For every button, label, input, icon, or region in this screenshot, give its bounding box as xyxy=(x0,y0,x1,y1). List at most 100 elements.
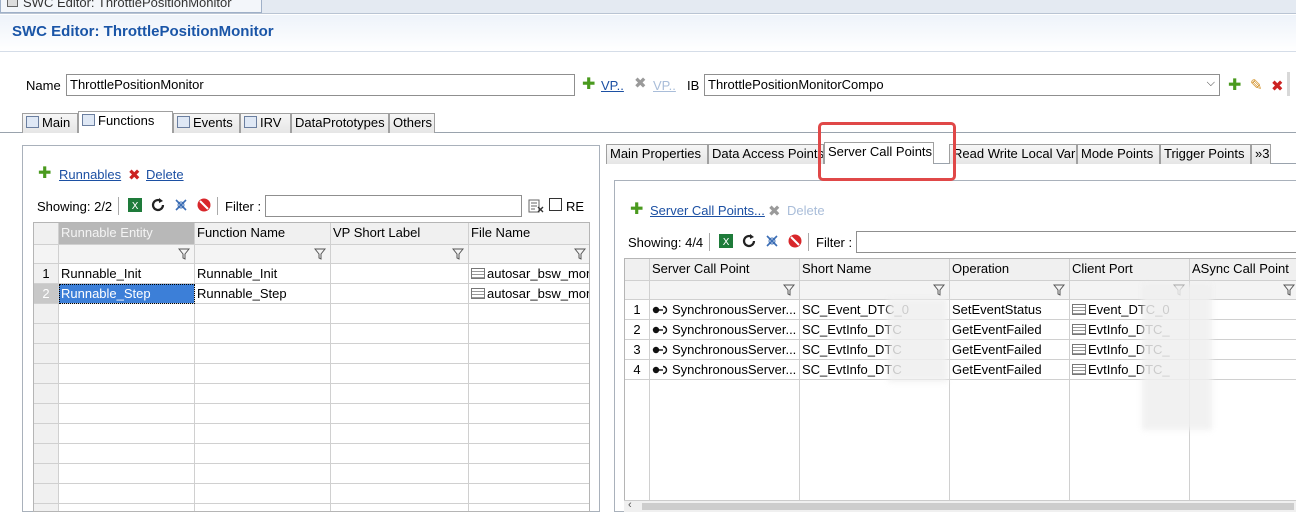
add-server-call-point-icon[interactable]: ✚ xyxy=(630,202,643,218)
table-cell[interactable]: autosar_bsw_monito xyxy=(469,284,589,304)
add-runnable-icon[interactable]: ✚ xyxy=(38,166,51,182)
column-header[interactable]: Server Call Point xyxy=(650,259,800,281)
filter-funnel-icon[interactable] xyxy=(932,283,946,296)
tab-events[interactable]: Events xyxy=(173,113,240,133)
vp-link[interactable]: VP.. xyxy=(601,78,624,93)
tab-mode-points[interactable]: Mode Points xyxy=(1077,144,1160,164)
row-number xyxy=(34,364,59,384)
tab-trigger-points[interactable]: Trigger Points xyxy=(1160,144,1251,164)
filter-funnel-icon[interactable] xyxy=(573,247,587,260)
edit-ib-icon[interactable]: ✎ xyxy=(1250,76,1263,94)
delete-server-call-point-icon[interactable]: ✖ xyxy=(768,204,781,220)
redacted-area xyxy=(888,298,948,382)
tab-main-properties[interactable]: Main Properties xyxy=(606,144,708,164)
tab-irv[interactable]: IRV xyxy=(240,113,291,133)
table-cell[interactable] xyxy=(331,284,469,304)
delete-ib-icon[interactable]: ✖ xyxy=(1271,79,1284,95)
filter-clear-icon[interactable] xyxy=(173,197,189,213)
filter-row-cell xyxy=(34,245,59,264)
re-checkbox[interactable] xyxy=(549,198,562,211)
excel-export-icon[interactable]: X xyxy=(127,197,143,213)
empty-cell xyxy=(59,404,195,424)
table-cell[interactable]: SynchronousServer... xyxy=(650,300,800,320)
filter-funnel-icon[interactable] xyxy=(1052,283,1066,296)
table-cell[interactable]: autosar_bsw_monito xyxy=(469,264,589,284)
column-header[interactable]: ASync Call Point xyxy=(1190,259,1296,281)
table-cell[interactable]: GetEventFailed xyxy=(950,340,1070,360)
left-filter-input[interactable] xyxy=(265,195,522,217)
table-cell[interactable]: SetEventStatus xyxy=(950,300,1070,320)
name-input[interactable]: ThrottlePositionMonitor xyxy=(66,74,575,96)
table-cell[interactable]: Runnable_Init xyxy=(59,264,195,284)
stop-filter-icon[interactable] xyxy=(196,197,212,213)
server-call-points-link[interactable]: Server Call Points... xyxy=(650,203,765,218)
tab-label: Trigger Points xyxy=(1164,146,1245,161)
excel-export-icon[interactable]: X xyxy=(718,233,734,249)
delete-runnable-link[interactable]: Delete xyxy=(146,167,184,182)
right-showing-count: Showing: 4/4 xyxy=(628,235,704,250)
toolbar-separator xyxy=(709,233,710,251)
filter-funnel-icon[interactable] xyxy=(451,247,465,260)
column-header[interactable]: Function Name xyxy=(195,223,331,245)
table-cell[interactable]: SynchronousServer... xyxy=(650,340,800,360)
empty-cell xyxy=(469,464,589,484)
tab-label: Functions xyxy=(98,113,155,128)
filter-funnel-icon[interactable] xyxy=(177,247,191,260)
filter-options-icon[interactable] xyxy=(528,198,544,214)
scrollbar-thumb[interactable] xyxy=(642,503,1294,510)
empty-cell xyxy=(195,464,331,484)
delete-runnable-icon[interactable]: ✖ xyxy=(128,168,141,184)
stop-filter-icon[interactable] xyxy=(787,233,803,249)
filter-funnel-icon[interactable] xyxy=(1282,283,1296,296)
remove-vp-icon[interactable]: ✖ xyxy=(634,76,647,92)
ib-select[interactable]: ThrottlePositionMonitorCompo ⌵ xyxy=(704,74,1220,96)
tab--3[interactable]: »3 xyxy=(1251,144,1271,164)
column-filter[interactable] xyxy=(59,245,195,264)
empty-cell xyxy=(331,404,469,424)
refresh-icon[interactable] xyxy=(741,233,757,249)
column-filter[interactable] xyxy=(195,245,331,264)
column-header[interactable]: Client Port xyxy=(1070,259,1190,281)
table-cell[interactable]: Runnable_Step xyxy=(195,284,331,304)
column-header[interactable]: VP Short Label xyxy=(331,223,469,245)
tab-data-access-points[interactable]: Data Access Points xyxy=(708,144,824,164)
filter-funnel-icon[interactable] xyxy=(782,283,796,296)
table-cell[interactable]: Runnable_Step xyxy=(59,284,195,304)
cell-text: SynchronousServer... xyxy=(672,362,797,377)
table-cell[interactable] xyxy=(331,264,469,284)
redacted-area xyxy=(1142,284,1212,430)
editor-tab[interactable]: SWC Editor: ThrottlePositionMonitor xyxy=(0,0,262,13)
horizontal-scrollbar[interactable]: ‹ xyxy=(624,499,1296,512)
row-number xyxy=(34,304,59,324)
filter-funnel-icon[interactable] xyxy=(313,247,327,260)
table-cell[interactable]: SynchronousServer... xyxy=(650,360,800,380)
table-cell[interactable]: SynchronousServer... xyxy=(650,320,800,340)
table-cell[interactable]: GetEventFailed xyxy=(950,320,1070,340)
tab-functions[interactable]: Functions xyxy=(78,111,173,133)
runnables-link[interactable]: Runnables xyxy=(59,167,121,182)
right-filter-input[interactable] xyxy=(856,231,1296,253)
tab-others[interactable]: Others xyxy=(389,113,435,133)
column-header[interactable]: Operation xyxy=(950,259,1070,281)
column-header[interactable]: Runnable Entity xyxy=(59,223,195,245)
tab-main[interactable]: Main xyxy=(22,113,78,133)
column-filter[interactable] xyxy=(950,281,1070,300)
table-cell[interactable]: Runnable_Init xyxy=(195,264,331,284)
column-header[interactable]: Short Name xyxy=(800,259,950,281)
scroll-left-icon[interactable]: ‹ xyxy=(628,499,632,511)
column-filter[interactable] xyxy=(331,245,469,264)
filter-clear-icon[interactable] xyxy=(764,233,780,249)
column-filter[interactable] xyxy=(469,245,589,264)
swc-editor-icon xyxy=(7,0,18,7)
tab-dataprototypes[interactable]: DataPrototypes xyxy=(291,113,389,133)
column-header[interactable]: File Name xyxy=(469,223,589,245)
table-cell[interactable]: GetEventFailed xyxy=(950,360,1070,380)
refresh-icon[interactable] xyxy=(150,197,166,213)
tab-read-write-local-var[interactable]: Read Write Local Var xyxy=(949,144,1077,164)
add-vp-icon[interactable]: ✚ xyxy=(582,77,595,93)
tab-label: Main xyxy=(42,115,71,130)
add-ib-icon[interactable]: ✚ xyxy=(1228,78,1241,94)
column-filter[interactable] xyxy=(650,281,800,300)
cell-text: SetEventStatus xyxy=(952,302,1042,317)
empty-cell xyxy=(195,444,331,464)
